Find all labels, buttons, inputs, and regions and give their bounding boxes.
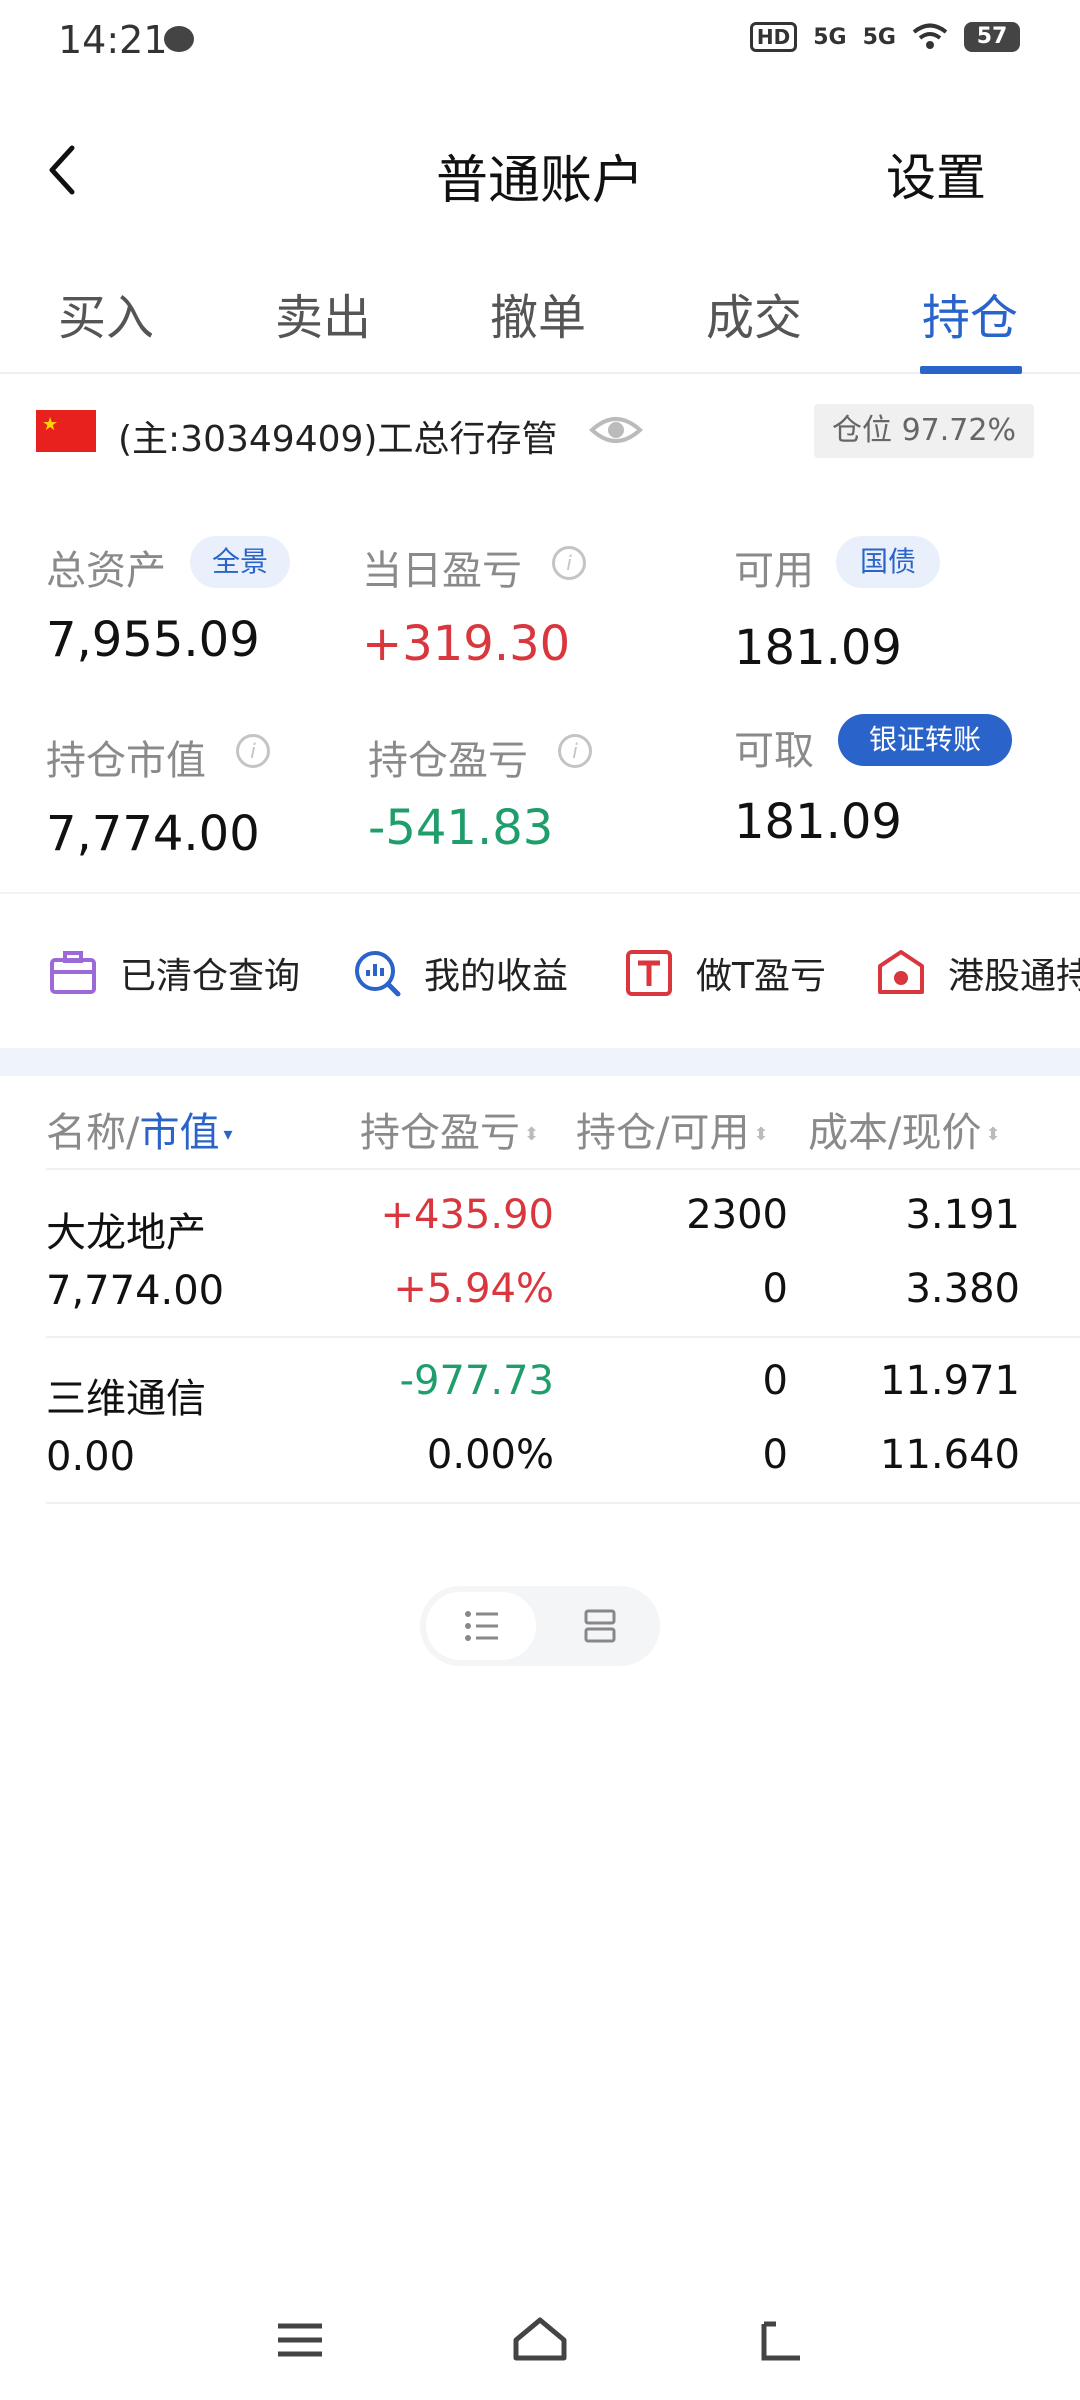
eye-icon[interactable] <box>588 410 644 450</box>
info-icon-2[interactable]: i <box>236 734 270 768</box>
divider <box>46 1502 1080 1504</box>
status-time: 14:21 <box>58 18 168 62</box>
overview-badge[interactable]: 全景 <box>190 536 290 588</box>
stock-market-value: 7,774.00 <box>46 1268 225 1314</box>
stock-pl: +435.90 <box>380 1192 554 1238</box>
view-mode-toggle <box>420 1586 660 1666</box>
header: 普通账户 设置 <box>0 110 1080 230</box>
system-nav-bar <box>0 2290 1080 2400</box>
settings-button[interactable]: 设置 <box>886 138 986 210</box>
account-name[interactable]: (主:30349409)工总行存管 <box>118 410 557 462</box>
market-value-label: 持仓市值 <box>46 738 206 784</box>
hk-connect-shortcut[interactable]: 港股通持 <box>876 938 1080 1008</box>
position-pl-value: -541.83 <box>368 800 554 856</box>
daily-pl-value: +319.30 <box>362 616 571 672</box>
position-ratio-badge: 仓位 97.72% <box>814 404 1034 458</box>
signal-5g-icon-2: 5G <box>862 24 896 50</box>
stock-pl-pct: +5.94% <box>393 1266 554 1312</box>
back-icon[interactable] <box>752 2312 808 2368</box>
stock-name: 三维通信 <box>46 1376 206 1422</box>
stock-cost: 11.971 <box>880 1358 1020 1404</box>
bank-transfer-button[interactable]: 银证转账 <box>838 714 1012 766</box>
available-label: 可用 <box>734 548 814 594</box>
stock-holding: 2300 <box>686 1192 788 1238</box>
tab-buy[interactable]: 买入 <box>58 278 154 348</box>
shortcut-label: 港股通持 <box>948 956 1080 997</box>
column-header-holding-text: 持仓/可用 <box>576 1110 750 1156</box>
total-assets-label: 总资产 <box>46 548 166 594</box>
briefcase-icon <box>50 951 96 994</box>
active-tab-indicator <box>920 366 1022 374</box>
card-view-icon[interactable] <box>580 1606 620 1646</box>
status-bar: 14:21 HD 5G 5G 57 <box>0 0 1080 80</box>
shortcut-label: 我的收益 <box>424 956 569 997</box>
t-trade-pl-shortcut[interactable]: 做T盈亏 <box>624 938 826 1008</box>
column-header-name[interactable]: 名称/市值 ▾ <box>46 1100 233 1158</box>
stock-price: 3.380 <box>905 1266 1020 1312</box>
chat-notification-icon <box>164 26 194 52</box>
column-header-pl[interactable]: 持仓盈亏 ⬍ <box>360 1100 539 1158</box>
t-letter-icon <box>626 950 672 996</box>
treasury-badge[interactable]: 国债 <box>836 536 940 588</box>
stock-holding: 0 <box>762 1358 788 1404</box>
column-header-holding[interactable]: 持仓/可用 ⬍ <box>576 1100 769 1158</box>
menu-icon[interactable] <box>272 2312 328 2368</box>
battery-icon: 57 <box>964 22 1020 52</box>
stock-cost: 3.191 <box>905 1192 1020 1238</box>
wifi-icon <box>912 23 948 49</box>
stock-available: 0 <box>762 1266 788 1312</box>
section-divider <box>0 1048 1080 1076</box>
column-header-cost-text: 成本/现价 <box>808 1110 982 1156</box>
shortcut-label: 做T盈亏 <box>696 956 826 997</box>
cleared-positions-shortcut[interactable]: 已清仓查询 <box>48 938 300 1008</box>
withdrawable-label: 可取 <box>734 728 814 774</box>
divider <box>0 892 1080 894</box>
home-icon[interactable] <box>512 2312 568 2368</box>
available-value: 181.09 <box>734 620 902 676</box>
sort-icon: ⬍ <box>524 1124 540 1145</box>
withdrawable-value: 181.09 <box>734 794 902 850</box>
position-pl-label: 持仓盈亏 <box>368 738 528 784</box>
stock-available: 0 <box>762 1432 788 1478</box>
trade-tabs: 买入 卖出 撤单 成交 持仓 <box>0 270 1080 374</box>
stock-pl: -977.73 <box>399 1358 554 1404</box>
column-header-market-value: 市值 <box>139 1110 220 1156</box>
info-icon-3[interactable]: i <box>558 734 592 768</box>
column-header-pl-text: 持仓盈亏 <box>360 1110 520 1156</box>
info-icon[interactable]: i <box>552 546 586 580</box>
tab-positions[interactable]: 持仓 <box>922 278 1018 348</box>
divider <box>46 1168 1080 1170</box>
sort-desc-icon: ▾ <box>223 1124 233 1145</box>
sort-icon-3: ⬍ <box>985 1124 1001 1145</box>
tab-sell[interactable]: 卖出 <box>275 278 371 348</box>
stock-price: 11.640 <box>880 1432 1020 1478</box>
column-header-cost[interactable]: 成本/现价 ⬍ <box>808 1100 1001 1158</box>
sort-icon-2: ⬍ <box>753 1124 769 1145</box>
stock-market-value: 0.00 <box>46 1434 136 1480</box>
my-earnings-shortcut[interactable]: 我的收益 <box>352 938 568 1008</box>
list-view-icon[interactable] <box>462 1606 502 1646</box>
tab-deals[interactable]: 成交 <box>706 278 802 348</box>
hk-flower-icon <box>878 950 924 994</box>
chart-search-icon <box>355 951 401 997</box>
account-row: ★ (主:30349409)工总行存管 仓位 97.72% <box>0 390 1080 480</box>
stock-pl-pct: 0.00% <box>426 1432 554 1478</box>
column-header-name-text: 名称/ <box>46 1110 140 1156</box>
hd-icon: HD <box>749 22 798 52</box>
daily-pl-label: 当日盈亏 <box>362 548 522 594</box>
shortcut-label: 已清仓查询 <box>120 956 301 997</box>
china-flag-icon: ★ <box>36 410 96 452</box>
total-assets-value: 7,955.09 <box>46 612 260 668</box>
divider <box>46 1336 1080 1338</box>
tab-cancel[interactable]: 撤单 <box>490 278 586 348</box>
market-value: 7,774.00 <box>46 806 260 862</box>
signal-5g-icon: 5G <box>813 24 847 50</box>
stock-name: 大龙地产 <box>46 1210 206 1256</box>
status-icons: HD 5G 5G 57 <box>749 22 1020 52</box>
